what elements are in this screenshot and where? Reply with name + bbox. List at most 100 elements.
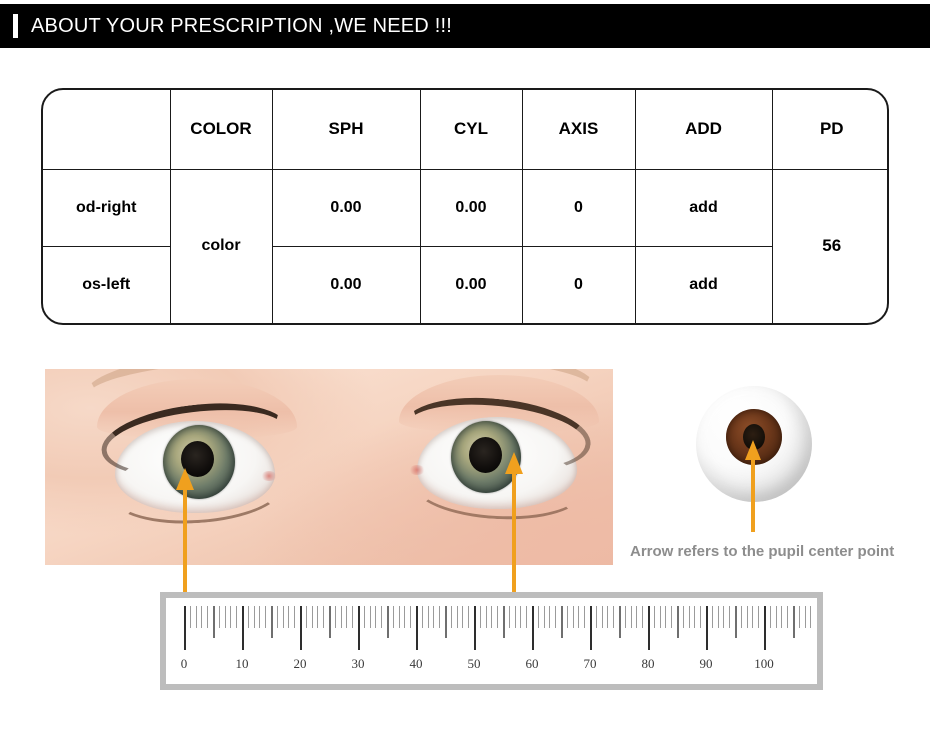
ruler-tick-minor — [735, 606, 737, 638]
ruler-tick — [630, 606, 632, 628]
ruler-tick — [311, 606, 313, 628]
ruler-tick — [555, 606, 557, 628]
ruler-tick — [294, 606, 296, 628]
ruler-tick — [566, 606, 568, 628]
ruler-tick — [433, 606, 435, 628]
cell-pd-merged[interactable]: 56 — [771, 168, 887, 323]
ruler-tick — [323, 606, 325, 628]
table-row-od-right: od-right color 0.00 0.00 0 add 56 — [43, 168, 887, 323]
ruler-tick — [305, 606, 307, 628]
ruler-tick — [265, 606, 267, 628]
ruler-tick — [230, 606, 232, 628]
ruler-tick — [352, 606, 354, 628]
ruler-tick — [729, 606, 731, 628]
pupil-center-caption: Arrow refers to the pupil center point — [630, 543, 895, 560]
ruler-tick — [369, 606, 371, 628]
ruler-tick-minor — [561, 606, 563, 638]
ruler-tick — [781, 606, 783, 628]
ruler-tick — [758, 606, 760, 628]
ruler-tick — [578, 606, 580, 628]
ruler-tick — [595, 606, 597, 628]
ruler-tick — [804, 606, 806, 628]
page-title: ABOUT YOUR PRESCRIPTION ,WE NEED !!! — [31, 14, 452, 37]
ruler-tick — [253, 606, 255, 628]
ruler-tick — [479, 606, 481, 628]
ruler-tick — [711, 606, 713, 628]
ruler-tick — [798, 606, 800, 628]
ruler-tick — [572, 606, 574, 628]
ruler-tick — [723, 606, 725, 628]
ruler-tick — [334, 606, 336, 628]
ruler-tick — [787, 606, 789, 628]
ruler-tick — [508, 606, 510, 628]
prescription-infographic-page: ABOUT YOUR PRESCRIPTION ,WE NEED !!! COL… — [0, 0, 930, 748]
ruler-tick — [201, 606, 203, 628]
ruler-tick-minor — [503, 606, 505, 638]
ruler-tick — [195, 606, 197, 628]
ruler-tick — [752, 606, 754, 628]
millimeter-ruler: 0 10 20 30 40 50 60 70 80 90 100 — [160, 592, 823, 690]
ruler-tick-label: 60 — [525, 656, 539, 671]
ruler-tick — [439, 606, 441, 628]
cell-sph-os-left[interactable]: 0.00 — [271, 245, 421, 323]
column-header-sph: SPH — [271, 90, 421, 170]
ruler-tick-minor — [329, 606, 331, 638]
ruler-tick-major — [242, 606, 244, 650]
ruler-tick — [584, 606, 586, 628]
ruler-tick-label: 70 — [583, 656, 597, 671]
cell-color-merged[interactable]: color — [169, 168, 273, 323]
ruler-tick-minor — [793, 606, 795, 638]
ruler-tick — [468, 606, 470, 628]
cell-add-os-left[interactable]: add — [634, 245, 772, 323]
ruler-tick — [624, 606, 626, 628]
ruler-tick — [392, 606, 394, 628]
ruler-tick-major — [416, 606, 418, 650]
left-eye-illustration — [55, 369, 335, 565]
cell-sph-od-right[interactable]: 0.00 — [271, 168, 421, 247]
ruler-tick — [740, 606, 742, 628]
ruler-tick — [491, 606, 493, 628]
ruler-tick — [694, 606, 696, 628]
column-header-axis: AXIS — [521, 90, 636, 170]
ruler-tick-minor — [619, 606, 621, 638]
ruler-tick-minor — [677, 606, 679, 638]
ruler-tick-label: 20 — [293, 656, 307, 671]
ruler-tick — [700, 606, 702, 628]
cell-add-od-right[interactable]: add — [634, 168, 773, 247]
ruler-tick — [526, 606, 528, 628]
ruler-tick — [717, 606, 719, 628]
ruler-tick-label: 10 — [235, 656, 249, 671]
page-header-banner: ABOUT YOUR PRESCRIPTION ,WE NEED !!! — [0, 4, 930, 48]
ruler-tick — [497, 606, 499, 628]
ruler-tick — [317, 606, 319, 628]
ruler-tick-minor — [213, 606, 215, 638]
ruler-tick — [363, 606, 365, 628]
ruler-tick-major — [532, 606, 534, 650]
ruler-tick — [653, 606, 655, 628]
ruler-tick — [485, 606, 487, 628]
ruler-tick — [613, 606, 615, 628]
cell-eye-os-left: os-left — [43, 245, 171, 323]
ruler-tick — [218, 606, 220, 628]
ruler-tick — [671, 606, 673, 628]
cell-axis-os-left[interactable]: 0 — [521, 245, 636, 323]
header-accent-bar-icon — [13, 14, 18, 38]
ruler-tick — [421, 606, 423, 628]
ruler-tick — [207, 606, 209, 628]
ruler-tick-major — [300, 606, 302, 650]
ruler-tick — [769, 606, 771, 628]
ruler-tick — [259, 606, 261, 628]
ruler-tick — [659, 606, 661, 628]
ruler-tick — [746, 606, 748, 628]
cell-axis-od-right[interactable]: 0 — [521, 168, 636, 247]
column-header-add: ADD — [634, 90, 773, 170]
cell-cyl-od-right[interactable]: 0.00 — [419, 168, 523, 247]
cell-cyl-os-left[interactable]: 0.00 — [419, 245, 523, 323]
ruler-tick-label: 0 — [180, 656, 188, 671]
ruler-tick — [514, 606, 516, 628]
ruler-tick-label: 100 — [754, 656, 774, 671]
ruler-tick — [224, 606, 226, 628]
ruler-tick — [398, 606, 400, 628]
ruler-tick-major — [590, 606, 592, 650]
pupil-center-arrow-icon — [744, 440, 762, 532]
